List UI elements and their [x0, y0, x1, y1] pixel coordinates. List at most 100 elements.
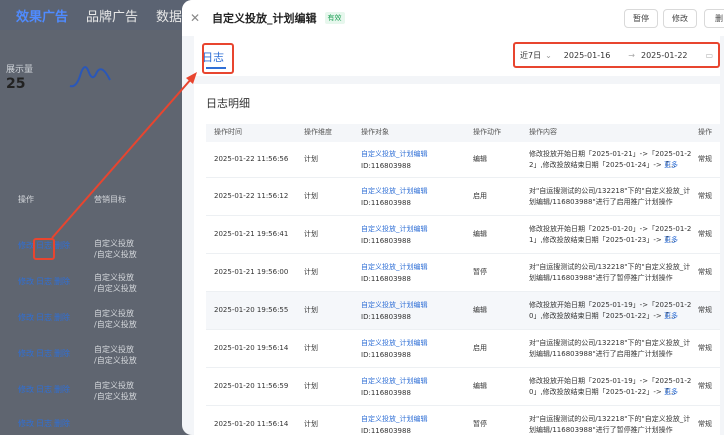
col-dimension: 操作维度 [304, 128, 332, 136]
log-content-line2: 0」,修改投放结束日期「2025-01-22」->「... [529, 312, 676, 320]
log-content-line2: 划编辑/116803988"进行了启用推广计划操作 [529, 198, 673, 206]
log-link[interactable]: 日志 [36, 276, 52, 287]
col-object: 操作对象 [361, 128, 389, 136]
log-content-line1: 对"自运搜测试的公司/132218"下的"自定义投放_计 [529, 339, 691, 347]
log-operator: 常规 [698, 268, 712, 276]
nav-tab-brand-ads[interactable]: 品牌广告 [86, 6, 138, 25]
sparkline-chart [69, 66, 111, 88]
log-object-link[interactable]: 自定义投放_计划编辑 [361, 300, 428, 311]
log-operator: 常规 [698, 155, 712, 163]
delete-button[interactable]: 删 [704, 9, 724, 28]
col-action: 操作动作 [473, 128, 501, 136]
log-content-line1: 对"自运搜测试的公司/132218"下的"自定义投放_计 [529, 187, 691, 195]
delete-link[interactable]: 删除 [54, 312, 70, 323]
log-time: 2025-01-21 19:56:41 [214, 230, 289, 238]
log-operator: 常规 [698, 230, 712, 238]
log-content-line2: 1」,修改投放结束日期「2025-01-23」->「... [529, 236, 676, 244]
log-content-line2: 划编辑/116803988"进行了暂停推广计划操作 [529, 274, 673, 282]
log-content-line1: 修改投放开始日期「2025-01-19」->「2025-01-2 [529, 377, 692, 385]
log-link[interactable]: 日志 [36, 348, 52, 359]
more-link[interactable]: 更多 [664, 160, 678, 171]
table-row: 修改 日志 删除 [16, 418, 186, 435]
delete-link[interactable]: 删除 [54, 240, 70, 251]
delete-link[interactable]: 删除 [54, 276, 70, 287]
goal-text: 自定义投放/自定义投放 [94, 239, 137, 259]
pause-button[interactable]: 暂停 [624, 9, 658, 28]
log-time: 2025-01-22 11:56:12 [214, 192, 289, 200]
table-row: 修改 日志 删除 自定义投放/自定义投放 [16, 345, 186, 378]
log-object-link[interactable]: 自定义投放_计划编辑 [361, 338, 428, 349]
edit-link[interactable]: 修改 [18, 276, 34, 287]
col-operator: 操作 [698, 128, 712, 136]
table-row: 2025-01-21 19:56:00 计划 自定义投放_计划编辑 ID:116803… [206, 254, 720, 292]
col-time: 操作时间 [214, 128, 242, 136]
log-action: 启用 [473, 344, 487, 352]
log-object-link[interactable]: 自定义投放_计划编辑 [361, 376, 428, 387]
tab-log-highlight [202, 43, 234, 74]
log-object-id: ID:116803988 [361, 351, 411, 359]
goal-text: 自定义投放/自定义投放 [94, 273, 137, 293]
table-row: 修改 日志 删除 自定义投放/自定义投放 [16, 309, 186, 342]
log-action: 编辑 [473, 382, 487, 390]
log-action: 编辑 [473, 306, 487, 314]
log-dimension: 计划 [304, 192, 318, 200]
log-dimension: 计划 [304, 382, 318, 390]
table-row: 2025-01-20 19:56:55 计划 自定义投放_计划编辑 ID:116803… [206, 292, 720, 330]
log-operator: 常规 [698, 306, 712, 314]
log-content-line2: 划编辑/116803988"进行了暂停推广计划操作 [529, 426, 673, 434]
log-link[interactable]: 日志 [36, 312, 52, 323]
col-header-action: 操作 [18, 195, 34, 204]
edit-link[interactable]: 修改 [18, 348, 34, 359]
log-dimension: 计划 [304, 155, 318, 163]
table-row: 修改 日志 删除 自定义投放/自定义投放 [16, 273, 186, 306]
log-object-link[interactable]: 自定义投放_计划编辑 [361, 224, 428, 235]
delete-link[interactable]: 删除 [54, 348, 70, 359]
more-link[interactable]: 更多 [664, 235, 678, 246]
edit-link[interactable]: 修改 [18, 418, 34, 429]
log-time: 2025-01-20 11:56:59 [214, 382, 289, 390]
drawer-title: 自定义投放_计划编辑 [212, 12, 317, 25]
log-time: 2025-01-21 19:56:00 [214, 268, 289, 276]
delete-link[interactable]: 删除 [54, 418, 70, 429]
delete-link[interactable]: 删除 [54, 384, 70, 395]
log-content-line1: 对"自运搜测试的公司/132218"下的"自定义投放_计 [529, 415, 691, 423]
nav-tab-effect-ads[interactable]: 效果广告 [16, 6, 68, 25]
log-content-line1: 修改投放开始日期「2025-01-19」->「2025-01-2 [529, 301, 692, 309]
log-content-line1: 对"自运搜测试的公司/132218"下的"自定义投放_计 [529, 263, 691, 271]
edit-link[interactable]: 修改 [18, 312, 34, 323]
close-icon[interactable]: ✕ [190, 11, 204, 25]
edit-link[interactable]: 修改 [18, 384, 34, 395]
more-link[interactable]: 更多 [664, 387, 678, 398]
log-link[interactable]: 日志 [36, 418, 52, 429]
log-object-id: ID:116803988 [361, 275, 411, 283]
log-object-id: ID:116803988 [361, 237, 411, 245]
table-row: 2025-01-20 11:56:14 计划 自定义投放_计划编辑 ID:116803… [206, 406, 720, 435]
log-object-link[interactable]: 自定义投放_计划编辑 [361, 414, 428, 425]
top-nav: 效果广告 品牌广告 数据 工 [0, 0, 213, 30]
log-content-line1: 修改投放开始日期「2025-01-21」->「2025-01-2 [529, 150, 692, 158]
log-object-link[interactable]: 自定义投放_计划编辑 [361, 262, 428, 273]
log-object-link[interactable]: 自定义投放_计划编辑 [361, 186, 428, 197]
log-operator: 常规 [698, 344, 712, 352]
log-dimension: 计划 [304, 268, 318, 276]
log-content-line2: 2」,修改投放结束日期「2025-01-24」->「... [529, 161, 676, 169]
goal-text: 自定义投放/自定义投放 [94, 345, 137, 365]
log-link[interactable]: 日志 [36, 384, 52, 395]
log-operator: 常规 [698, 382, 712, 390]
more-link[interactable]: 更多 [664, 311, 678, 322]
table-row: 2025-01-20 19:56:14 计划 自定义投放_计划编辑 ID:116803… [206, 330, 720, 368]
edit-link[interactable]: 修改 [18, 240, 34, 251]
table-row: 2025-01-22 11:56:12 计划 自定义投放_计划编辑 ID:116803… [206, 178, 720, 216]
log-object-id: ID:116803988 [361, 389, 411, 397]
col-content: 操作内容 [529, 128, 557, 136]
log-object-link[interactable]: 自定义投放_计划编辑 [361, 149, 428, 160]
log-action: 暂停 [473, 420, 487, 428]
log-time: 2025-01-20 19:56:14 [214, 344, 289, 352]
edit-button[interactable]: 修改 [663, 9, 697, 28]
log-dimension: 计划 [304, 344, 318, 352]
log-content-line2: 划编辑/116803988"进行了启用推广计划操作 [529, 350, 673, 358]
log-operator: 常规 [698, 192, 712, 200]
stat-value: 25 [6, 76, 26, 92]
nav-tab-data[interactable]: 数据 [156, 6, 182, 25]
log-action: 启用 [473, 192, 487, 200]
